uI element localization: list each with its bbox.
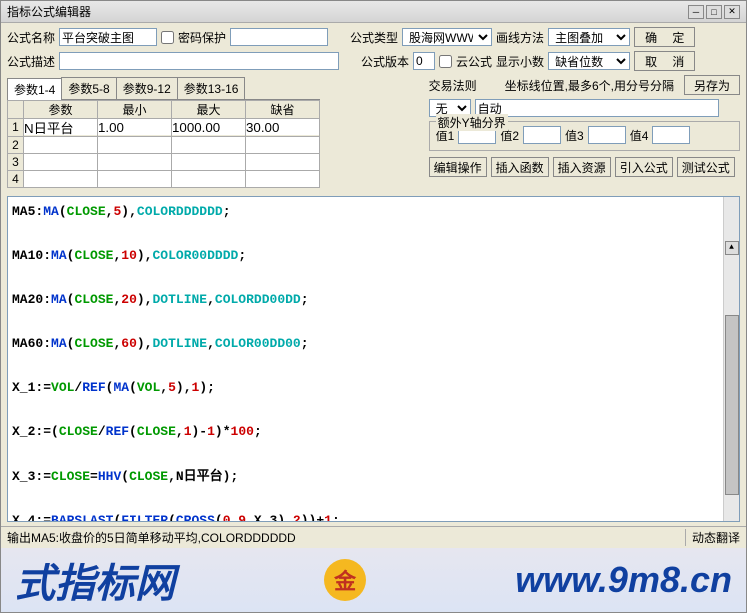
formula-type-select[interactable]: 股海网WWW.GU [402, 28, 492, 46]
param-header: 最小 [98, 101, 172, 119]
param-rownum: 3 [8, 153, 24, 170]
watermark-right: www.9m8.cn [515, 559, 732, 601]
label-ver: 公式版本 [361, 53, 409, 70]
param-def-input[interactable] [246, 119, 319, 135]
watermark: 式指标网 金 www.9m8.cn [1, 548, 746, 612]
param-tabs: 参数1-4参数5-8参数9-12参数13-16 [7, 77, 320, 100]
label-pwd: 密码保护 [178, 29, 226, 46]
vertical-scrollbar[interactable]: ▲ [723, 197, 739, 522]
param-min-input[interactable] [98, 137, 171, 153]
param-def-input[interactable] [246, 154, 319, 170]
value4-input[interactable] [652, 126, 690, 144]
version-input[interactable] [413, 52, 435, 70]
status-right: 动态翻译 [685, 529, 740, 546]
formula-name-input[interactable] [59, 28, 157, 46]
watermark-logo-icon: 金 [324, 559, 366, 601]
param-max-input[interactable] [172, 154, 245, 170]
param-header: 缺省 [246, 101, 320, 119]
param-row: 3 [8, 153, 320, 170]
draw-method-select[interactable]: 主图叠加 [548, 28, 630, 46]
param-min-input[interactable] [98, 154, 171, 170]
label-draw: 画线方法 [496, 29, 544, 46]
scroll-thumb[interactable] [725, 315, 739, 495]
param-tab-1[interactable]: 参数1-4 [7, 78, 62, 100]
value2-input[interactable] [523, 126, 561, 144]
coord-hint: 坐标线位置,最多6个,用分号分隔 [505, 77, 674, 94]
password-input[interactable] [230, 28, 328, 46]
cancel-button[interactable]: 取 消 [634, 51, 695, 71]
watermark-left: 式指标网 [15, 551, 175, 609]
insert-res-button[interactable]: 插入资源 [553, 157, 611, 177]
param-tab-3[interactable]: 参数9-12 [116, 77, 178, 99]
code-editor[interactable]: MA5:MA(CLOSE,5),COLORDDDDDD; MA10:MA(CLO… [7, 196, 740, 523]
param-min-input[interactable] [98, 119, 171, 135]
import-formula-button[interactable]: 引入公式 [615, 157, 673, 177]
label-type: 公式类型 [350, 29, 398, 46]
param-def-input[interactable] [246, 137, 319, 153]
label-v3: 值3 [565, 127, 584, 144]
label-rule: 交易法则 [429, 77, 477, 94]
param-rownum: 2 [8, 136, 24, 153]
param-tab-2[interactable]: 参数5-8 [61, 77, 116, 99]
label-v4: 值4 [630, 127, 649, 144]
maximize-button[interactable]: □ [706, 5, 722, 19]
param-name-input[interactable] [24, 154, 97, 170]
param-min-input[interactable] [98, 171, 171, 187]
decimal-select[interactable]: 缺省位数 [548, 52, 630, 70]
label-name: 公式名称 [7, 29, 55, 46]
formula-desc-input[interactable] [59, 52, 339, 70]
insert-func-button[interactable]: 插入函数 [491, 157, 549, 177]
param-name-input[interactable] [24, 171, 97, 187]
window-title: 指标公式编辑器 [7, 3, 91, 20]
param-rownum: 1 [8, 119, 24, 137]
saveas-button[interactable]: 另存为 [684, 75, 740, 95]
param-max-input[interactable] [172, 137, 245, 153]
extra-y-fieldset: 额外Y轴分界 值1 值2 值3 值4 [429, 121, 740, 151]
param-row: 2 [8, 136, 320, 153]
ok-button[interactable]: 确 定 [634, 27, 695, 47]
param-max-input[interactable] [172, 119, 245, 135]
scroll-up-icon[interactable]: ▲ [725, 241, 739, 255]
coord-input[interactable] [475, 99, 719, 117]
param-name-input[interactable] [24, 119, 97, 135]
edit-op-button[interactable]: 编辑操作 [429, 157, 487, 177]
label-cloud: 云公式 [456, 53, 492, 70]
status-text: 输出MA5:收盘价的5日简单移动平均,COLORDDDDDD [7, 529, 296, 546]
test-formula-button[interactable]: 测试公式 [677, 157, 735, 177]
label-desc: 公式描述 [7, 53, 55, 70]
param-rownum: 4 [8, 170, 24, 187]
param-tab-4[interactable]: 参数13-16 [177, 77, 246, 99]
extra-y-legend: 额外Y轴分界 [436, 114, 508, 131]
param-name-input[interactable] [24, 137, 97, 153]
param-row: 1 [8, 119, 320, 137]
param-def-input[interactable] [246, 171, 319, 187]
label-dec: 显示小数 [496, 53, 544, 70]
status-bar: 输出MA5:收盘价的5日简单移动平均,COLORDDDDDD 动态翻译 [1, 526, 746, 548]
titlebar: 指标公式编辑器 ─ □ ✕ [1, 1, 746, 23]
param-header: 参数 [24, 101, 98, 119]
param-row: 4 [8, 170, 320, 187]
param-header: 最大 [172, 101, 246, 119]
close-button[interactable]: ✕ [724, 5, 740, 19]
param-max-input[interactable] [172, 171, 245, 187]
cloud-checkbox[interactable] [439, 55, 452, 68]
value3-input[interactable] [588, 126, 626, 144]
password-checkbox[interactable] [161, 31, 174, 44]
params-table: 参数最小最大缺省 1234 [7, 100, 320, 188]
minimize-button[interactable]: ─ [688, 5, 704, 19]
